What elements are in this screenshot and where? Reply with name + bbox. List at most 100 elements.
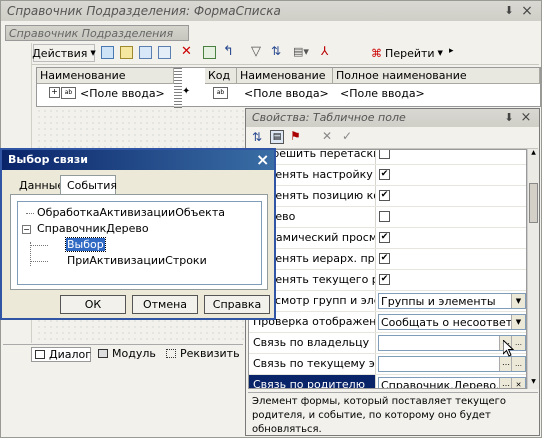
property-value[interactable]: ✔ <box>376 270 526 290</box>
goto-menu-button[interactable]: ⌘ Перейти ▼ <box>371 44 443 62</box>
scroll-down-icon[interactable]: ▼ <box>528 378 539 389</box>
checkbox-checked-icon[interactable]: ✔ <box>379 274 390 285</box>
copy-icon[interactable] <box>139 46 152 59</box>
tree-item[interactable]: ОбработкаАктивизацииОбъекта <box>18 206 258 221</box>
property-value[interactable]: Группы и элементы ▼ <box>376 291 526 311</box>
tab-requisites-label: Реквизить <box>180 347 240 360</box>
hierarchy-icon[interactable] <box>203 46 216 59</box>
property-value[interactable]: ✔ <box>376 249 526 269</box>
level-up-icon[interactable]: ↰ <box>223 44 238 60</box>
checkbox-checked-icon[interactable]: ✔ <box>379 232 390 243</box>
tab-requisites[interactable]: Реквизить <box>163 347 243 362</box>
property-value[interactable]: Справочник.Дерево.Выбор…✕ <box>376 375 526 388</box>
property-row[interactable]: Связь по родителюСправочник.Дерево.Выбор… <box>249 375 526 388</box>
collapse-icon[interactable]: − <box>22 225 31 234</box>
add-icon[interactable] <box>101 46 114 59</box>
sort-icon[interactable]: ⇅ <box>271 44 286 60</box>
field-type-icon: ab <box>213 87 228 99</box>
property-row[interactable]: Изменять текущего роди✔ <box>249 270 526 291</box>
categories-icon[interactable]: ▤ <box>270 130 284 144</box>
property-row[interactable]: Разрешить перетаскиван <box>249 150 526 165</box>
scroll-up-icon[interactable]: ▲ <box>528 149 539 160</box>
column-header-code[interactable]: Код <box>205 68 237 84</box>
sort-alpha-icon[interactable]: ⇅ <box>252 130 262 144</box>
tab-module[interactable]: Модуль <box>95 347 157 362</box>
property-input[interactable]: Справочник.Дерево.Выбор…✕ <box>378 377 526 388</box>
property-row[interactable]: Проверка отображения нСообщать о несоотв… <box>249 312 526 333</box>
column-header-full-name[interactable]: Полное наименование <box>333 68 540 84</box>
clear-filter-icon[interactable]: ⅄ <box>321 44 336 60</box>
edit-icon[interactable] <box>158 46 171 59</box>
property-row[interactable]: Связь по текущему элем…… <box>249 354 526 375</box>
chevron-down-icon[interactable]: ▼ <box>511 294 525 308</box>
apply-icon[interactable]: ✓ <box>342 129 352 143</box>
chevron-down-icon[interactable]: ▼ <box>511 315 525 329</box>
actions-menu-button[interactable]: Действия ▼ <box>32 44 96 62</box>
property-select[interactable]: Группы и элементы ▼ <box>378 293 526 309</box>
ellipsis-icon[interactable]: … <box>511 357 525 371</box>
property-input[interactable]: …… <box>378 356 526 372</box>
add-group-icon[interactable] <box>120 46 133 59</box>
event-tree: ОбработкаАктивизацииОбъекта − СправочникДе… <box>17 201 262 285</box>
tab-data[interactable]: Данные <box>14 177 64 194</box>
property-row[interactable]: Изменять позицию колон✔ <box>249 186 526 207</box>
checkbox-icon[interactable] <box>379 150 390 159</box>
checkbox-checked-icon[interactable]: ✔ <box>379 253 390 264</box>
more-icon[interactable]: ▸ <box>449 46 454 56</box>
filter-icon[interactable]: ▽ <box>251 44 266 60</box>
inner-tab-label: Справочник Подразделения <box>9 27 174 40</box>
property-scrollbar[interactable]: ▲ ▼ <box>527 149 539 389</box>
property-row[interactable]: Дерево <box>249 207 526 228</box>
property-row[interactable]: Динамический просмотр✔ <box>249 228 526 249</box>
delete-icon[interactable]: ✕ <box>181 44 196 60</box>
property-value[interactable]: ✔ <box>376 186 526 206</box>
chevron-down-icon: ▼ <box>90 49 96 57</box>
checkbox-checked-icon[interactable]: ✔ <box>379 169 390 180</box>
property-value-text: Группы и элементы <box>381 295 496 308</box>
tree-guide-line <box>30 242 32 266</box>
checkbox-icon[interactable] <box>379 211 390 222</box>
expand-icon[interactable]: + <box>49 87 60 98</box>
scroll-thumb[interactable] <box>529 183 538 223</box>
property-row[interactable]: Изменять иерарх. просмо✔ <box>249 249 526 270</box>
property-row[interactable]: Изменять настройку коло✔ <box>249 165 526 186</box>
property-value[interactable]: ✔ <box>376 228 526 248</box>
property-value[interactable] <box>376 150 526 164</box>
property-description: Элемент формы, который поставляет текуще… <box>248 392 538 435</box>
ok-button[interactable]: ОК <box>60 295 126 314</box>
close-icon[interactable]: × <box>256 150 269 169</box>
clear-icon[interactable]: ✕ <box>511 378 525 388</box>
close-icon[interactable]: × <box>519 111 533 125</box>
cancel-label: Отмена <box>142 298 188 311</box>
tab-events[interactable]: События <box>60 175 117 195</box>
tree-item[interactable]: − СправочникДерево <box>18 222 258 237</box>
pin-icon[interactable]: ⬇ <box>502 4 516 18</box>
tree-line-icon <box>30 245 48 247</box>
column-header-name[interactable]: Наименование <box>37 68 174 84</box>
property-value[interactable]: Сообщать о несоответстви▼ <box>376 312 526 332</box>
column-header-name2[interactable]: Наименование <box>237 68 333 84</box>
clear-icon[interactable]: ✕ <box>322 129 332 143</box>
help-button[interactable]: Справка <box>204 295 270 314</box>
mouse-cursor-icon <box>502 338 515 358</box>
module-tab-icon <box>98 349 108 358</box>
property-select[interactable]: Сообщать о несоответстви▼ <box>378 314 526 330</box>
events-icon[interactable]: ⚑ <box>290 129 301 143</box>
tree-item-label: Выбор <box>65 237 106 252</box>
pin-icon[interactable]: ⬇ <box>502 111 516 125</box>
property-value[interactable]: ✔ <box>376 165 526 185</box>
property-value[interactable] <box>376 207 526 227</box>
tree-item[interactable]: Выбор <box>18 237 258 253</box>
property-row[interactable]: Связь по владельцу…… <box>249 333 526 354</box>
close-icon[interactable]: × <box>520 4 534 18</box>
property-row[interactable]: Просмотр групп и элеменГруппы и элементы… <box>249 291 526 312</box>
filter-menu-icon[interactable]: ▤▾ <box>293 45 315 60</box>
inner-tab[interactable]: Справочник Подразделения <box>5 25 189 41</box>
checkbox-checked-icon[interactable]: ✔ <box>379 190 390 201</box>
tab-dialog[interactable]: Диалог <box>31 347 91 362</box>
select-link-dialog: Выбор связи × Данные События ОбработкаАк… <box>0 148 276 320</box>
tree-item[interactable]: ПриАктивизацииСтроки <box>18 254 258 269</box>
table-row[interactable]: + ab <Поле ввода> ✦ ab <Поле ввода> <Пол… <box>37 85 540 101</box>
cancel-button[interactable]: Отмена <box>132 295 198 314</box>
main-window-title: Справочник Подразделения: ФормаСписка <box>7 4 281 18</box>
